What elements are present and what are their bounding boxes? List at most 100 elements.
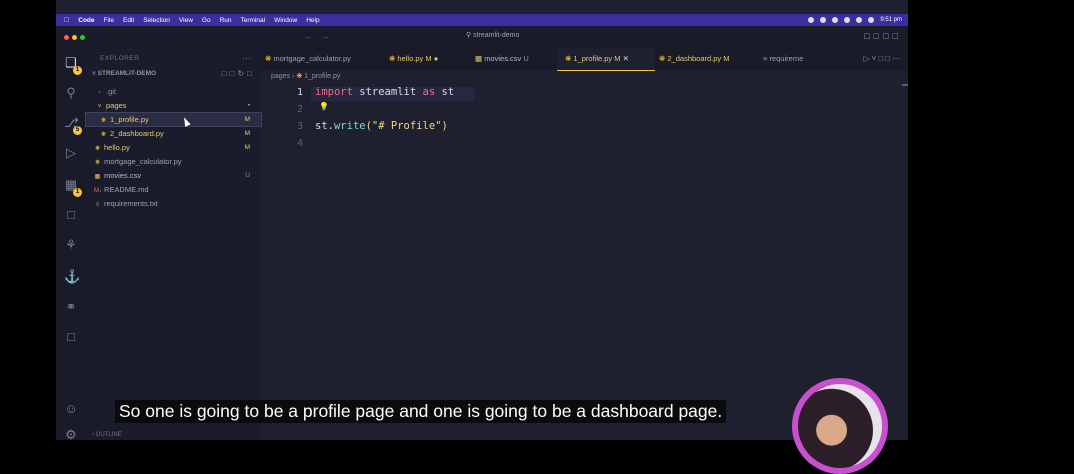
workspace-root-label: STREAMLIT-DEMO (97, 70, 157, 77)
nav-arrows[interactable]: ← → (304, 31, 330, 41)
git-graph-icon[interactable]: ⚭ (64, 300, 78, 314)
tab-mortgage-calculator[interactable]: ❋ mortgage_calculator.py (265, 48, 351, 70)
tree-item-readme[interactable]: M↓ README.md (86, 183, 261, 196)
python-icon: ❋ (565, 54, 572, 63)
status-icons: 9:51 pm (808, 14, 902, 26)
apple-icon[interactable]:  (64, 17, 69, 24)
tree-item-label: movies.csv (104, 171, 142, 180)
run-debug-icon[interactable]: ▷ (64, 146, 78, 160)
editor-tabs: ❋ mortgage_calculator.py ❋ hello.py M ● … (261, 48, 908, 71)
control-center-icon[interactable] (868, 17, 875, 23)
python-icon: ❋ (389, 54, 396, 63)
close-window-button[interactable] (64, 35, 69, 40)
menu-window[interactable]: Window (274, 17, 297, 24)
video-caption: So one is going to be a profile page and… (115, 400, 727, 423)
csv-icon: ▦ (475, 54, 483, 63)
maximize-window-button[interactable] (80, 35, 85, 40)
status-badge: M (244, 144, 250, 151)
tree-item-2-dashboard[interactable]: ❋ 2_dashboard.py M (86, 127, 261, 140)
clock[interactable]: 9:51 pm (880, 17, 902, 23)
line-number: 2 (296, 104, 303, 115)
status-badge: M (244, 116, 250, 123)
more-actions-icon[interactable]: ⋯ (242, 53, 251, 64)
tab-label: movies.csv (484, 54, 522, 63)
tab-label: hello.py (397, 54, 424, 63)
tree-item-movies-csv[interactable]: ▦ movies.csv U (86, 169, 261, 182)
presenter-avatar (792, 378, 888, 474)
source-control-badge: 5 (73, 126, 82, 135)
tree-item-pages[interactable]: ˅ pages • (86, 99, 261, 112)
extensions-badge: 1 (73, 188, 82, 197)
outline-label: OUTLINE (95, 432, 122, 438)
layout-controls[interactable]: □□□□ (864, 31, 902, 41)
chat-icon[interactable]: □ (64, 330, 78, 344)
account-icon[interactable]: ☺ (64, 402, 78, 416)
workspace-root[interactable]: ˅ STREAMLIT-DEMO (92, 70, 156, 77)
tree-item-label: hello.py (104, 143, 130, 152)
search-icon[interactable]: ⚲ (64, 86, 78, 100)
keyword: import (315, 86, 353, 98)
code-line-3: st.write("# Profile") (315, 120, 448, 132)
outline-section[interactable]: › OUTLINE (92, 432, 122, 438)
vscode-window:  Code File Edit Selection View Go Run T… (56, 0, 908, 440)
scrollbar[interactable] (902, 84, 908, 86)
status-icon[interactable] (832, 17, 839, 23)
remote-explorer-icon[interactable]: □ (64, 208, 78, 222)
tab-label: 2_dashboard.py (667, 54, 722, 63)
lightbulb-icon[interactable]: 💡 (319, 102, 329, 111)
breadcrumb-separator-icon: › (292, 73, 295, 80)
breadcrumb-folder[interactable]: pages (271, 73, 290, 80)
tab-2-dashboard[interactable]: ❋ 2_dashboard.py M (659, 48, 730, 70)
menu-app[interactable]: Code (78, 17, 94, 24)
tab-hello[interactable]: ❋ hello.py M ● (389, 48, 438, 70)
menu-help[interactable]: Help (306, 17, 319, 24)
menu-terminal[interactable]: Terminal (241, 17, 266, 24)
title-bar: ← → ⚲ streamlit-demo □□□□ (56, 26, 908, 48)
line-number: 4 (296, 138, 303, 149)
menu-run[interactable]: Run (220, 17, 232, 24)
explorer-toolbar[interactable]: □□↻□ (222, 69, 255, 78)
tree-item-git[interactable]: › .git (86, 85, 261, 98)
menu-edit[interactable]: Edit (123, 17, 134, 24)
tree-item-requirements[interactable]: ≡ requirements.txt (86, 197, 261, 210)
menu-go[interactable]: Go (202, 17, 211, 24)
breadcrumb-file[interactable]: 1_profile.py (304, 73, 340, 80)
tab-modified: M (723, 54, 730, 63)
docker-icon[interactable]: ⚓ (64, 270, 80, 284)
settings-icon[interactable]: ⚙ (64, 428, 78, 441)
menu-selection[interactable]: Selection (143, 17, 170, 24)
keyword: as (422, 86, 436, 98)
unsaved-dot-icon: ● (433, 54, 439, 63)
status-icon[interactable] (820, 17, 827, 23)
status-icon[interactable] (844, 17, 851, 23)
tab-1-profile[interactable]: ❋ 1_profile.py M ✕ (557, 48, 655, 71)
minimize-window-button[interactable] (72, 35, 77, 40)
tab-modified: M (425, 54, 432, 63)
editor-actions[interactable]: ▷˅□□⋯ (864, 48, 903, 70)
menu-view[interactable]: View (179, 17, 193, 24)
alias: st (441, 86, 455, 98)
menu-file[interactable]: File (104, 17, 114, 24)
testing-icon[interactable]: ⚘ (64, 238, 78, 252)
command-center[interactable]: ⚲ streamlit-demo (466, 31, 519, 39)
tree-item-label: 1_profile.py (110, 115, 149, 124)
python-icon: ❋ (296, 73, 303, 80)
function-name: write (333, 120, 366, 132)
string-literal: "# Profile" (371, 120, 442, 132)
tree-item-label: .git (106, 87, 117, 96)
text-file-icon: ≡ (95, 202, 100, 208)
python-icon: ❋ (265, 54, 272, 63)
tree-item-label: README.md (104, 185, 149, 194)
wifi-icon[interactable] (856, 17, 863, 23)
tab-modified: U (523, 54, 529, 63)
status-badge: • (247, 102, 250, 109)
tree-item-mortgage-calculator[interactable]: ❋ mortgage_calculator.py (86, 155, 261, 168)
tree-item-1-profile[interactable]: ❋ 1_profile.py M (85, 112, 262, 127)
tab-requirements[interactable]: ≡ requireme (763, 48, 803, 70)
tab-modified: M (614, 54, 621, 63)
tab-movies-csv[interactable]: ▦ movies.csv U (475, 48, 529, 70)
close-icon[interactable]: ✕ (623, 54, 629, 63)
tab-label: 1_profile.py (573, 54, 613, 63)
status-icon[interactable] (808, 17, 815, 23)
tree-item-hello[interactable]: ❋ hello.py M (86, 141, 261, 154)
